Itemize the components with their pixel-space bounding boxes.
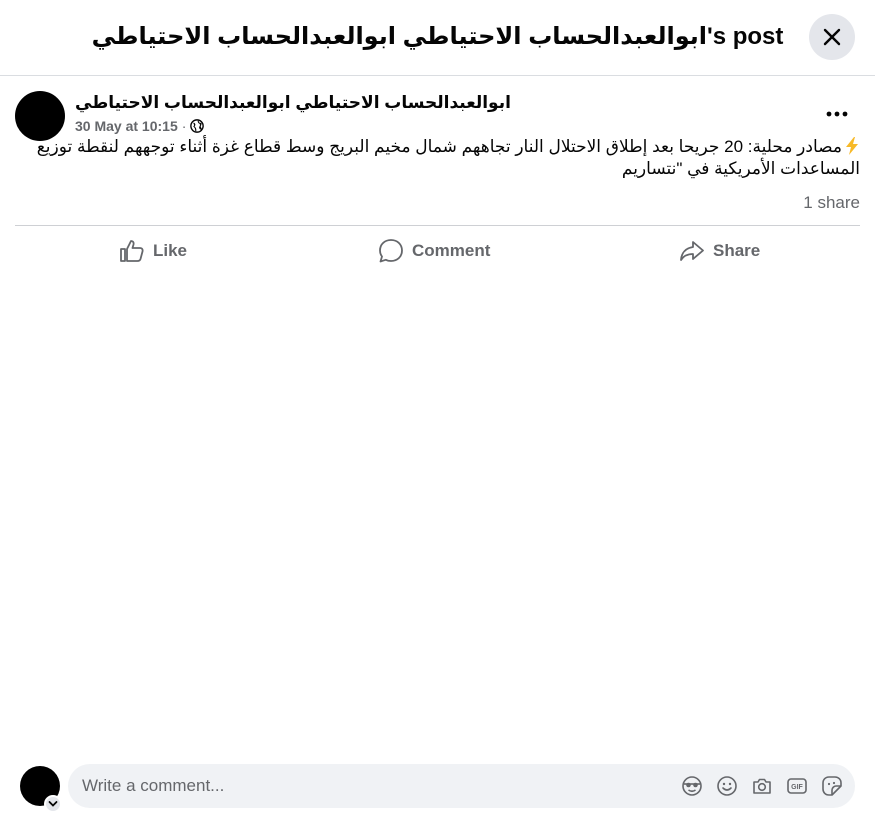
gif-button[interactable]: GIF: [786, 775, 808, 797]
like-button[interactable]: Like: [119, 235, 187, 267]
emoji-icon: [717, 776, 737, 796]
comment-button[interactable]: Comment: [378, 235, 490, 267]
dialog-title: ابوالعبدالحساب الاحتياطي ابوالعبدالحساب …: [91, 23, 784, 50]
comment-label: Comment: [412, 241, 491, 260]
chevron-down-icon: [48, 801, 58, 807]
more-dots-icon: [826, 111, 848, 117]
camera-icon: [753, 778, 771, 794]
avatar-sticker-button[interactable]: [681, 775, 703, 797]
post-timestamp[interactable]: 30 May at 10:15: [75, 118, 178, 134]
svg-text:GIF: GIF: [791, 784, 803, 791]
dialog-header: ابوالعبدالحساب الاحتياطي ابوالعبدالحساب …: [0, 0, 875, 76]
close-icon: [823, 28, 841, 46]
share-button[interactable]: Share: [679, 235, 760, 267]
like-label: Like: [153, 241, 188, 260]
comment-composer: GIF: [68, 764, 855, 808]
actions-divider: [15, 225, 860, 226]
comment-bubble-icon: [379, 239, 403, 263]
profile-switch-badge[interactable]: [44, 795, 62, 813]
share-arrow-icon: [680, 241, 704, 261]
post-body: مصادر محلية: 20 جريحا بعد إطلاق الاحتلال…: [15, 136, 860, 180]
emoji-button[interactable]: [716, 775, 738, 797]
lightning-bolt-icon: [846, 137, 858, 155]
sticker-icon: [822, 776, 842, 796]
globe-icon: [190, 119, 205, 133]
gif-icon: GIF: [787, 778, 807, 794]
comment-input[interactable]: [82, 764, 642, 808]
camera-button[interactable]: [751, 775, 773, 797]
close-button[interactable]: [809, 14, 855, 60]
share-count[interactable]: 1 share: [803, 193, 860, 213]
more-options-button[interactable]: [819, 100, 855, 128]
post-meta: 30 May at 10:15 ·: [75, 118, 205, 134]
post-text: مصادر محلية: 20 جريحا بعد إطلاق الاحتلال…: [36, 137, 860, 178]
author-avatar[interactable]: [15, 91, 65, 141]
thumbs-up-icon: [120, 240, 144, 262]
author-name[interactable]: ابوالعبدالحساب الاحتياطي ابوالعبدالحساب …: [75, 93, 511, 113]
sticker-button[interactable]: [821, 775, 843, 797]
share-label: Share: [713, 241, 761, 260]
avatar-sticker-icon: [682, 776, 702, 796]
meta-separator: ·: [181, 118, 187, 134]
